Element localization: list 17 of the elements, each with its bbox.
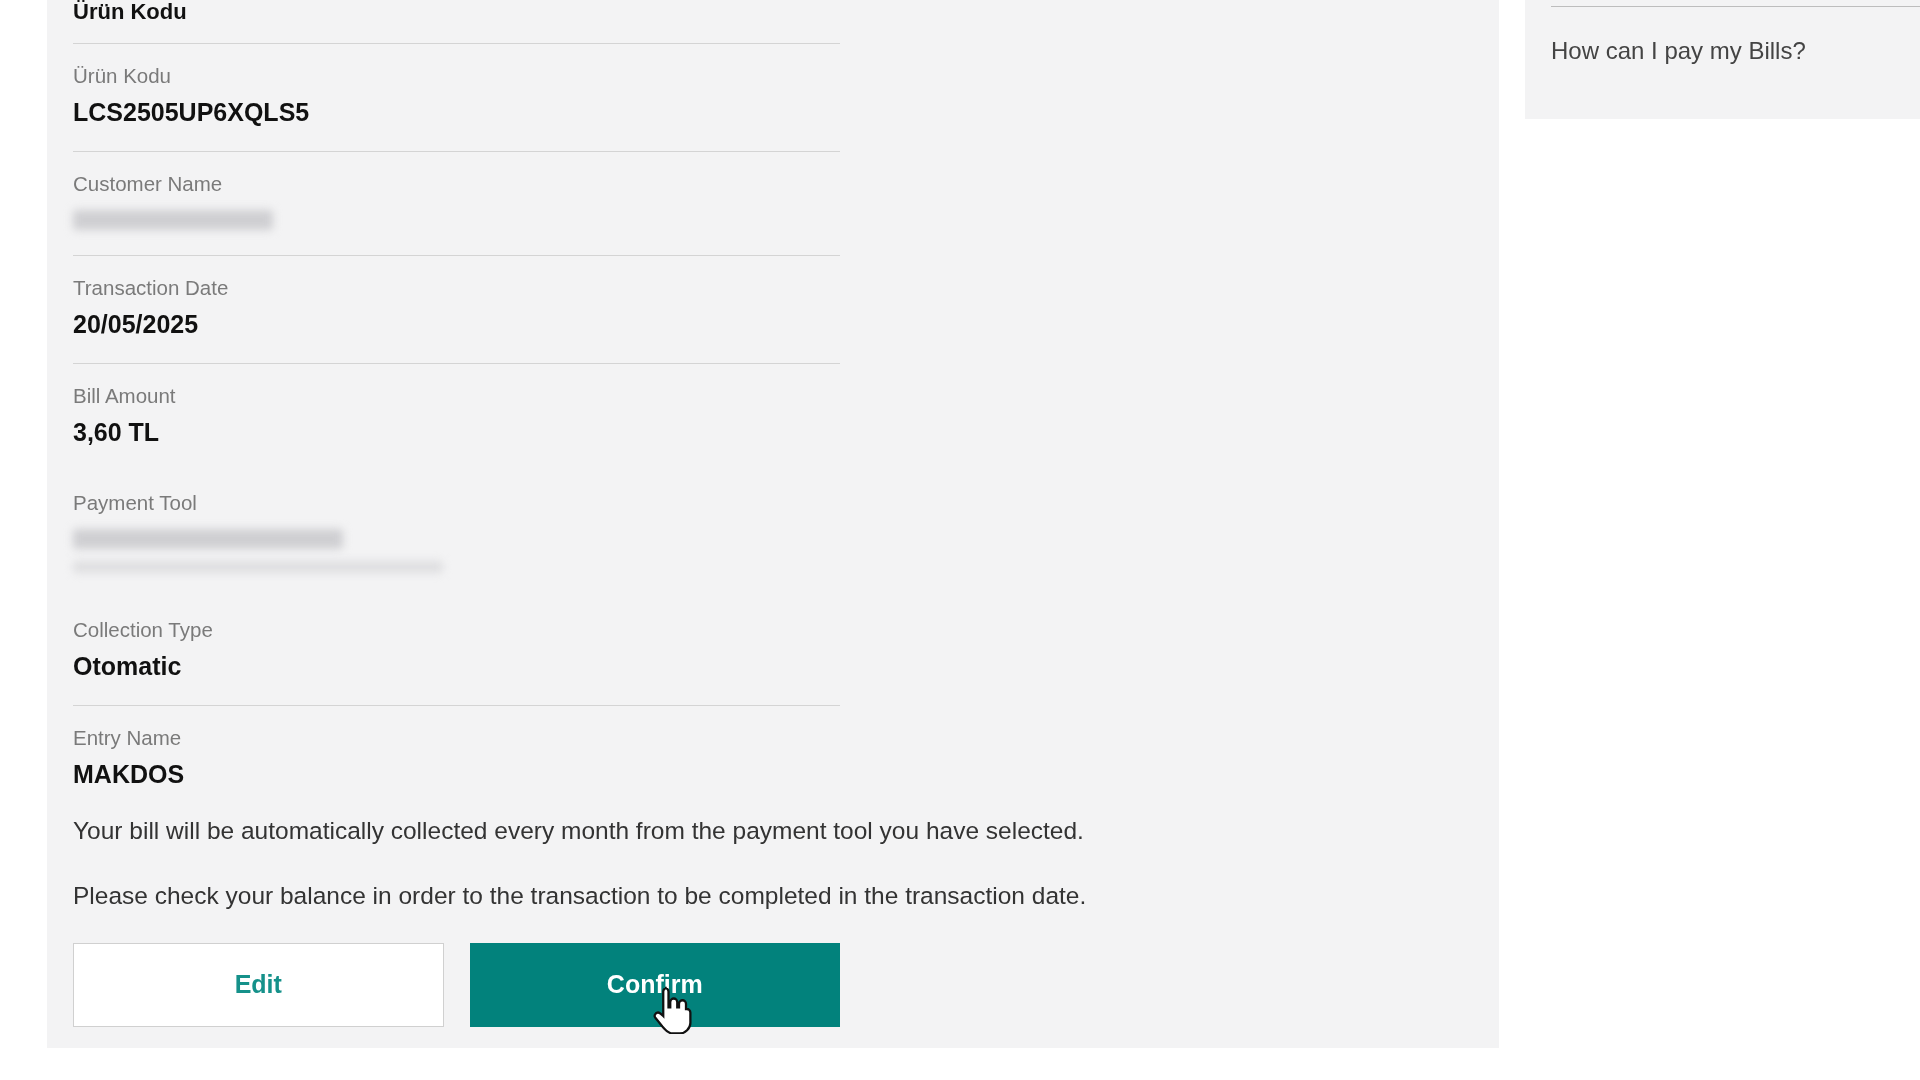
section-title: Ürün Kodu	[73, 0, 840, 44]
help-link[interactable]: How can I pay my Bills?	[1551, 33, 1806, 69]
edit-button[interactable]: Edit	[73, 942, 444, 1027]
field-value: 3,60 TL	[73, 418, 161, 446]
field-label: Customer Name	[73, 172, 223, 196]
field-value: Otomatic	[73, 652, 183, 680]
info-text: Please check your balance in order to the transaction to be completed in the transaction date.	[73, 880, 1088, 911]
field-label: Collection Type	[73, 618, 213, 642]
info-text: Your bill will be automatically collected every month from the payment tool you have selected.	[73, 816, 1085, 846]
field-label: Entry Name	[73, 726, 182, 750]
field-label: Payment Tool	[73, 491, 197, 515]
field-label: Transaction Date	[73, 276, 229, 300]
field-value: MAKDOS	[73, 760, 186, 788]
field-label: Ürün Kodu	[73, 64, 171, 88]
field-value: 20/05/2025	[73, 310, 200, 338]
field-value: LCS2505UP6XQLS5	[73, 98, 311, 126]
field-label: Bill Amount	[73, 384, 176, 408]
